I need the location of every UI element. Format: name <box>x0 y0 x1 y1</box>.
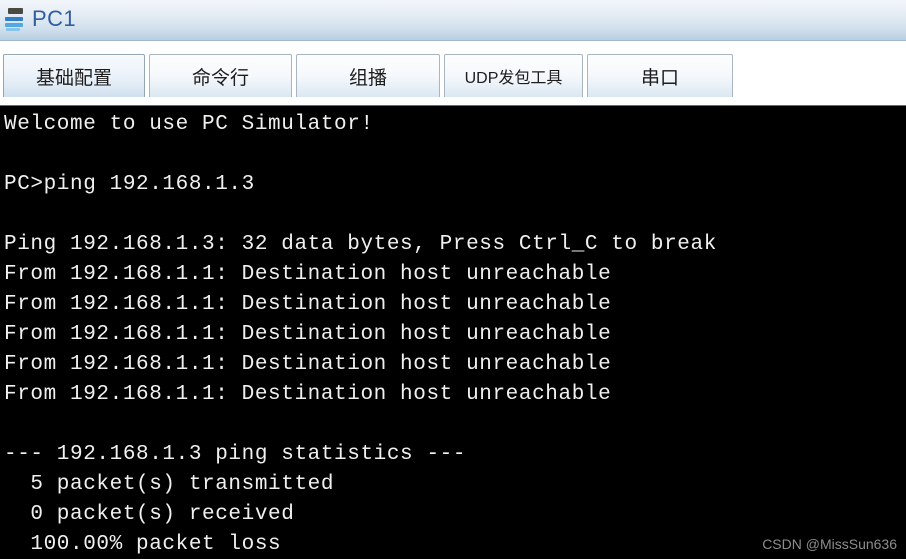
terminal-line: --- 192.168.1.3 ping statistics --- <box>4 443 467 466</box>
tab-label: 组播 <box>348 67 387 89</box>
terminal-output: Welcome to use PC Simulator! PC>ping 192.… <box>4 110 906 559</box>
terminal-line: From 192.168.1.1: Destination host unrea… <box>4 323 612 346</box>
terminal-line: 5 packet(s) transmitted <box>4 473 335 496</box>
tab-label: UDP发包工具 <box>464 70 563 87</box>
terminal-line: 0 packet(s) received <box>4 503 295 526</box>
terminal-line: PC>ping 192.168.1.3 <box>4 173 255 196</box>
pc1-simulator-window: PC1 基础配置 命令行 组播 UDP发包工具 串口 Welcome to use PC… <box>0 0 906 559</box>
pc-network-icon <box>4 7 28 33</box>
terminal-line: From 192.168.1.1: Destination host unrea… <box>4 353 612 376</box>
terminal-line: From 192.168.1.1: Destination host unrea… <box>4 293 612 316</box>
tab-serial-port[interactable]: 串口 <box>587 54 733 97</box>
tab-label: 串口 <box>640 67 679 89</box>
tab-multicast[interactable]: 组播 <box>296 54 440 97</box>
command-line-terminal[interactable]: Welcome to use PC Simulator! PC>ping 192.… <box>0 105 906 559</box>
terminal-line: Ping 192.168.1.3: 32 data bytes, Press C… <box>4 233 717 256</box>
tab-label: 命令行 <box>191 67 249 89</box>
tab-command-line[interactable]: 命令行 <box>149 54 292 97</box>
tab-label: 基础配置 <box>35 67 112 89</box>
tab-strip: 基础配置 命令行 组播 UDP发包工具 串口 <box>0 41 906 105</box>
terminal-line: From 192.168.1.1: Destination host unrea… <box>4 263 612 286</box>
terminal-line: Welcome to use PC Simulator! <box>4 113 374 136</box>
terminal-line: From 192.168.1.1: Destination host unrea… <box>4 383 612 406</box>
tab-basic-config[interactable]: 基础配置 <box>3 54 145 97</box>
tab-udp-packet-tool[interactable]: UDP发包工具 <box>444 54 583 97</box>
window-title: PC1 <box>32 6 76 31</box>
title-bar: PC1 <box>0 0 906 41</box>
watermark: CSDN @MissSun636 <box>762 536 897 552</box>
